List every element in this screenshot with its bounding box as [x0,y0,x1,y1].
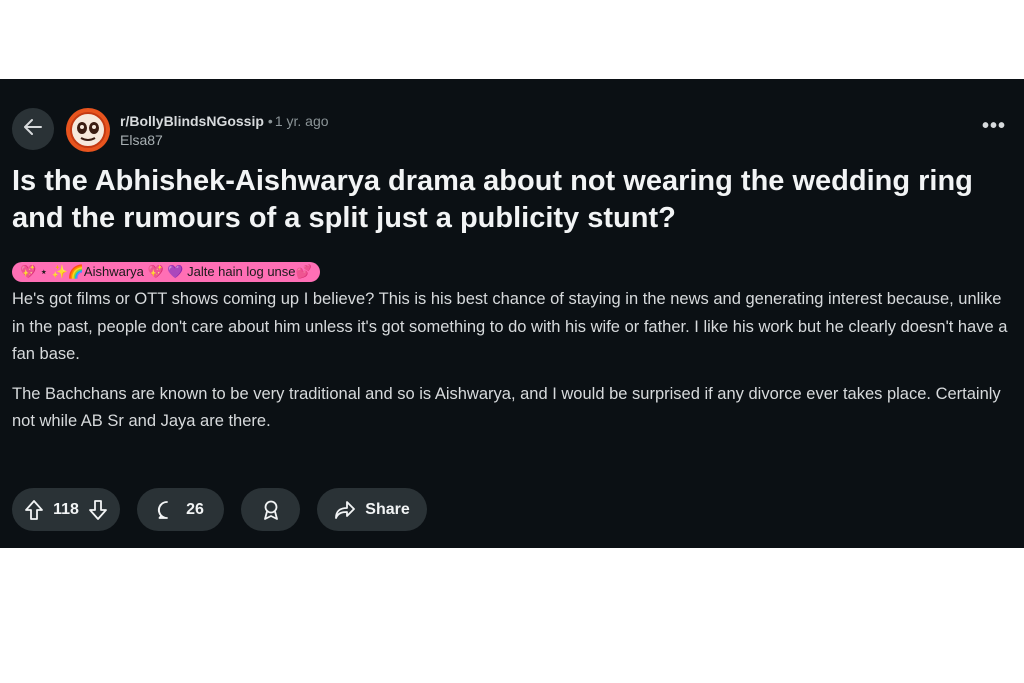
body-paragraph: He's got films or OTT shows coming up I … [12,290,1008,363]
arrow-left-icon [22,116,44,143]
author-username[interactable]: Elsa87 [120,131,329,149]
subreddit-logo-icon [70,112,106,148]
post-body: He's got films or OTT shows coming up I … [12,286,1014,448]
speech-bubble-icon [157,500,177,520]
meta-separator: • [267,113,273,129]
share-arrow-icon [334,500,356,520]
post-card: r/BollyBlindsNGossip • 1 yr. ago Elsa87 ••… [0,79,1024,548]
subreddit-avatar[interactable] [66,108,110,152]
body-paragraph: The Bachchans are known to be very tradi… [12,384,1001,431]
user-flair: 💖 ⋆ ✨🌈Aishwarya 💖 💜 Jalte hain log unse💕 [12,262,320,282]
post-meta: r/BollyBlindsNGossip • 1 yr. ago Elsa87 [120,112,329,149]
vote-count: 118 [53,500,79,518]
more-options-button[interactable]: ••• [982,116,1006,136]
post-title: Is the Abhishek-Aishwarya drama about no… [12,165,973,234]
back-button[interactable] [12,108,54,150]
award-button[interactable] [241,488,300,531]
arrow-down-icon[interactable] [88,499,108,521]
share-button[interactable]: Share [317,488,427,531]
comments-button[interactable]: 26 [137,488,224,531]
share-label: Share [365,500,410,518]
award-ribbon-icon [260,499,282,521]
post-time: 1 yr. ago [274,113,329,129]
vote-control: 118 [12,488,120,531]
comment-count: 26 [186,500,204,518]
arrow-up-icon[interactable] [24,499,44,521]
subreddit-link[interactable]: r/BollyBlindsNGossip [120,113,264,129]
